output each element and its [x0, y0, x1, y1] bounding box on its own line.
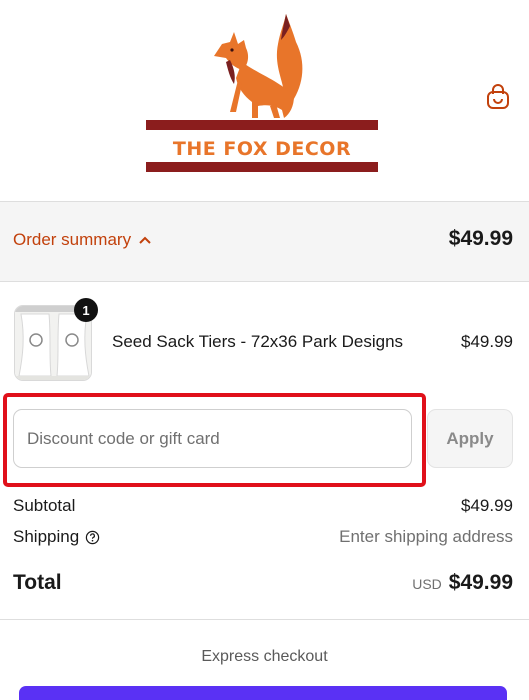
- line-item: 1 Seed Sack Tiers - 72x36 Park Designs $…: [0, 298, 529, 384]
- subtotal-value: $49.99: [461, 496, 513, 515]
- header: THE FOX DECOR: [0, 0, 529, 201]
- cart-button[interactable]: [483, 82, 513, 112]
- express-checkout-label: Express checkout: [201, 648, 328, 665]
- shipping-label: Shipping: [13, 527, 80, 546]
- help-icon[interactable]: [85, 530, 100, 545]
- total-value: $49.99: [448, 571, 513, 594]
- order-summary-toggle[interactable]: Order summary: [13, 230, 151, 250]
- chevron-up-icon: [139, 236, 151, 244]
- store-logo[interactable]: THE FOX DECOR: [146, 14, 378, 176]
- total-label: Total: [13, 571, 62, 594]
- shipping-row: Shipping Enter shipping address: [13, 527, 513, 547]
- express-checkout-button[interactable]: [19, 686, 507, 700]
- order-summary-label: Order summary: [13, 230, 132, 249]
- product-name: Seed Sack Tiers - 72x36 Park Designs: [112, 332, 404, 351]
- shipping-value: Enter shipping address: [339, 527, 513, 546]
- currency-code: USD: [412, 576, 442, 592]
- section-divider: [0, 619, 529, 620]
- order-summary-bar: Order summary $49.99: [0, 201, 529, 282]
- apply-discount-button[interactable]: Apply: [427, 409, 513, 468]
- product-price: $49.99: [461, 332, 513, 351]
- order-summary-total: $49.99: [448, 227, 513, 250]
- subtotal-label: Subtotal: [13, 496, 76, 515]
- fox-logo-graphic: THE FOX DECOR: [146, 14, 378, 172]
- subtotal-row: Subtotal $49.99: [13, 496, 513, 516]
- total-amount-group: USD $49.99: [412, 571, 513, 595]
- quantity-badge: 1: [74, 298, 98, 322]
- shopping-bag-icon: [487, 84, 509, 109]
- shipping-label-group: Shipping: [13, 527, 100, 547]
- discount-code-input[interactable]: [13, 409, 412, 468]
- total-row: Total USD $49.99: [13, 571, 513, 595]
- logo-text: THE FOX DECOR: [173, 138, 351, 160]
